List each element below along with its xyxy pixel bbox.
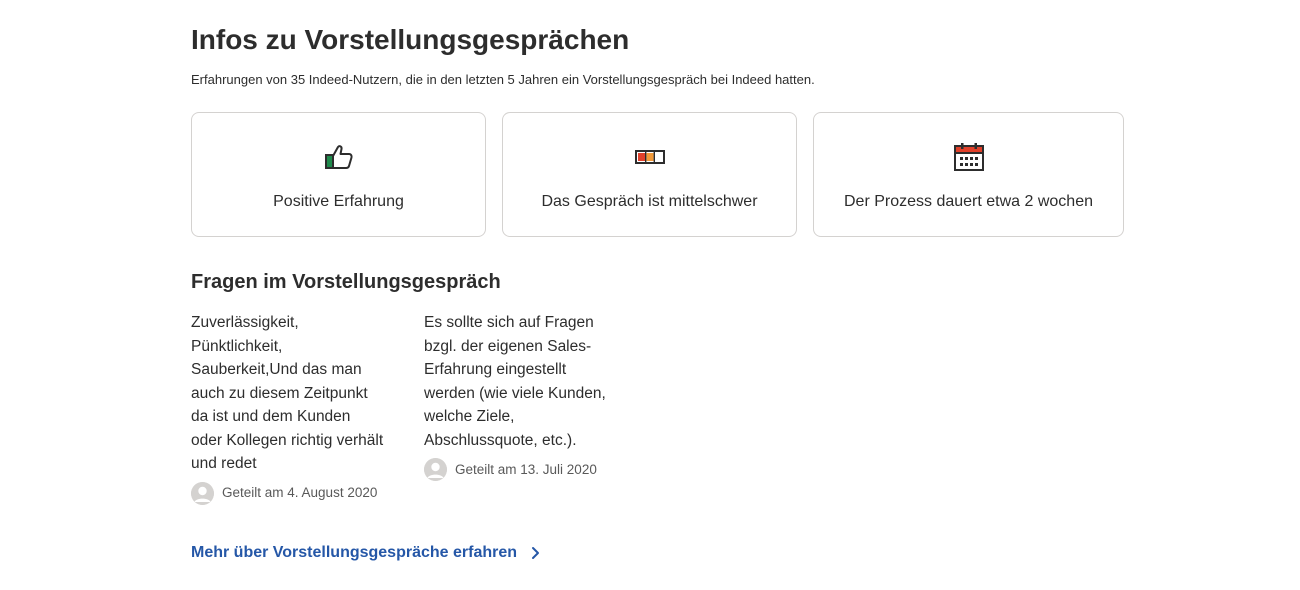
shared-date: Geteilt am 13. Juli 2020 <box>455 461 597 477</box>
question-item: Zuverlässigkeit, Pünktlichkeit, Sauberke… <box>191 311 384 505</box>
question-text: Es sollte sich auf Fragen bzgl. der eige… <box>424 314 606 449</box>
shared-info: Geteilt am 13. Juli 2020 <box>424 458 617 481</box>
avatar-icon <box>191 481 214 505</box>
card-duration-label: Der Prozess dauert etwa 2 wochen <box>843 193 1093 210</box>
shared-date: Geteilt am 4. August 2020 <box>222 485 378 500</box>
card-experience: Positive Erfahrung <box>191 112 486 237</box>
card-difficulty: Das Gespräch ist mittelschwer <box>502 112 797 237</box>
page-subtitle: Erfahrungen von 35 Indeed-Nutzern, die i… <box>191 72 815 87</box>
avatar-icon <box>424 458 447 481</box>
more-interviews-link[interactable]: Mehr über Vorstellungsgespräche erfahren <box>191 543 540 563</box>
card-experience-label: Positive Erfahrung <box>273 193 404 210</box>
calendar-icon <box>953 142 985 172</box>
shared-info: Geteilt am 4. August 2020 <box>191 481 384 505</box>
chevron-right-icon <box>531 546 540 560</box>
card-duration: Der Prozess dauert etwa 2 wochen <box>813 112 1124 237</box>
questions-section-title: Fragen im Vorstellungsgespräch <box>191 271 501 293</box>
page-title: Infos zu Vorstellungsgesprächen <box>191 24 630 55</box>
question-item: Es sollte sich auf Fragen bzgl. der eige… <box>424 311 617 481</box>
difficulty-meter-icon <box>634 142 665 172</box>
questions-list: Zuverlässigkeit, Pünktlichkeit, Sauberke… <box>191 311 1124 505</box>
interview-info-section: Infos zu Vorstellungsgesprächen Erfahrun… <box>191 22 1124 563</box>
summary-cards: Positive Erfahrung Das Gespräch ist mitt… <box>191 112 1124 237</box>
thumbs-up-icon <box>324 142 354 172</box>
question-text: Zuverlässigkeit, Pünktlichkeit, Sauberke… <box>191 314 384 472</box>
card-difficulty-label: Das Gespräch ist mittelschwer <box>541 193 758 210</box>
interview-info-page: Infos zu Vorstellungsgesprächen Erfahrun… <box>0 0 1300 590</box>
more-interviews-link-label: Mehr über Vorstellungsgespräche erfahren <box>191 543 518 561</box>
